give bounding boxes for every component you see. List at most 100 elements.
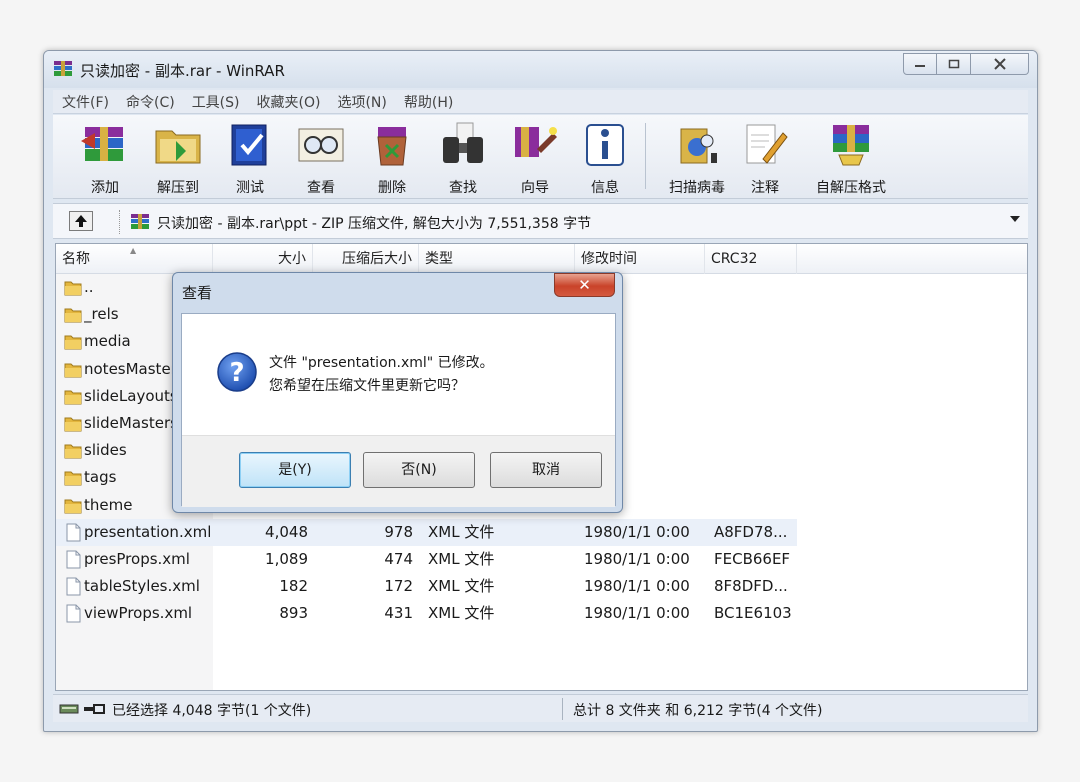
archive-icon [131, 214, 149, 229]
table-row[interactable]: presProps.xml 1,089 474 XML 文件 1980/1/1 0:00… [56, 546, 797, 573]
comment-pencil-icon [746, 124, 788, 164]
close-button[interactable] [971, 53, 1029, 75]
menu-file[interactable]: 文件(F) [53, 92, 117, 112]
file-modified: 1980/1/1 0:00 [584, 522, 690, 541]
menu-help[interactable]: 帮助(H) [395, 92, 461, 112]
wizard-label: 向导 [521, 180, 549, 196]
folder-icon [64, 417, 82, 432]
file-packed-size: 431 [384, 604, 413, 623]
menu-tools[interactable]: 工具(S) [183, 92, 248, 112]
table-row[interactable]: tableStyles.xml 182 172 XML 文件 1980/1/1 0:00… [56, 573, 797, 600]
file-crc: BC1E6103 [714, 604, 792, 623]
extract-button[interactable]: 解压到 [144, 119, 212, 197]
delete-button[interactable]: 删除 [358, 119, 426, 197]
file-crc: 8F8DFD... [714, 577, 788, 596]
menu-favorites[interactable]: 收藏夹(O) [248, 92, 329, 112]
add-archive-icon [81, 127, 123, 161]
file-name: presentation.xml [84, 522, 212, 541]
dialog-message-line2: 您希望在压缩文件里更新它吗？ [269, 378, 465, 394]
menu-bar: 文件(F) 命令(C) 工具(S) 收藏夹(O) 选项(N) 帮助(H) [53, 90, 1028, 114]
toolbar: 添加 解压到 测试 查看 删除 查找 向导 信息 扫描病毒 注释 自解压格式 [53, 115, 1028, 199]
column-type[interactable]: 类型 [419, 244, 575, 274]
file-packed-size: 474 [384, 550, 413, 568]
file-crc: A8FD78... [714, 522, 788, 541]
folder-icon [64, 499, 82, 514]
path-separator [119, 210, 120, 234]
column-size[interactable]: 大小 [213, 244, 313, 274]
path-text[interactable]: 只读加密 - 副本.rar\ppt - ZIP 压缩文件, 解包大小为 7,55… [157, 213, 591, 233]
status-bar: 已经选择 4,048 字节(1 个文件) 总计 8 文件夹 和 6,212 字节… [53, 694, 1028, 722]
chevron-down-icon[interactable] [1010, 216, 1020, 222]
close-icon: ✕ [578, 276, 591, 294]
file-crc [714, 301, 794, 328]
file-packed-size: 978 [384, 522, 413, 541]
comment-label: 注释 [751, 180, 779, 196]
scan-virus-label: 扫描病毒 [669, 180, 725, 196]
file-modified: 1980/1/1 0:00 [584, 550, 690, 568]
close-icon [993, 58, 1006, 70]
delete-bin-icon [377, 127, 407, 166]
minimize-icon [915, 65, 925, 67]
view-button[interactable]: 查看 [287, 119, 355, 197]
column-packed[interactable]: 压缩后大小 [313, 244, 419, 274]
comment-button[interactable]: 注释 [731, 119, 799, 197]
file-packed-size: 172 [384, 577, 413, 596]
file-name: presProps.xml [84, 550, 190, 568]
no-button[interactable]: 否(N) [363, 452, 475, 488]
menu-options[interactable]: 选项(N) [328, 92, 394, 112]
file-size: 4,048 [265, 522, 308, 541]
dialog-message-line1: 文件 "presentation.xml" 已修改。 [269, 355, 494, 371]
dialog-footer: 是(Y) 否(N) 取消 [182, 435, 615, 507]
extract-folder-icon [155, 130, 201, 164]
maximize-button[interactable] [937, 53, 971, 75]
file-type: XML 文件 [428, 550, 495, 568]
dialog-body: ? 文件 "presentation.xml" 已修改。 您希望在压缩文件里更新… [181, 313, 616, 507]
file-crc [714, 356, 794, 383]
delete-label: 删除 [378, 180, 406, 196]
up-folder-button[interactable] [69, 211, 93, 231]
sfx-archive-icon [833, 125, 869, 166]
wizard-button[interactable]: 向导 [501, 119, 569, 197]
column-crc[interactable]: CRC32 [705, 244, 797, 274]
key-icon [84, 704, 105, 714]
file-crc [714, 274, 794, 301]
status-total: 总计 8 文件夹 和 6,212 字节(4 个文件) [573, 703, 823, 719]
file-name: viewProps.xml [84, 604, 193, 623]
file-size: 182 [279, 577, 308, 596]
file-icon [66, 550, 81, 569]
file-size: 1,089 [265, 550, 308, 568]
test-button[interactable]: 测试 [216, 119, 284, 197]
dialog-close-button[interactable]: ✕ [554, 273, 615, 297]
view-label: 查看 [307, 180, 335, 196]
info-icon [586, 124, 624, 166]
title-bar[interactable]: 只读加密 - 副本.rar - WinRAR [44, 51, 1037, 88]
folder-icon [64, 281, 82, 296]
winrar-app-icon[interactable] [53, 60, 73, 78]
file-crc [714, 464, 794, 491]
status-selection: 已经选择 4,048 字节(1 个文件) [112, 703, 312, 719]
path-bar: 只读加密 - 副本.rar\ppt - ZIP 压缩文件, 解包大小为 7,55… [53, 203, 1028, 239]
window-title: 只读加密 - 副本.rar - WinRAR [80, 62, 285, 80]
add-label: 添加 [91, 180, 119, 196]
minimize-button[interactable] [903, 53, 937, 75]
up-folder-icon [75, 215, 87, 227]
folder-icon [64, 471, 82, 486]
sfx-button[interactable]: 自解压格式 [805, 119, 897, 197]
add-button[interactable]: 添加 [71, 119, 139, 197]
status-icons [59, 703, 106, 715]
dialog-title: 查看 [182, 284, 213, 302]
column-name[interactable]: 名称 [56, 244, 213, 274]
cancel-button[interactable]: 取消 [490, 452, 602, 488]
info-label: 信息 [591, 180, 619, 196]
menu-commands[interactable]: 命令(C) [117, 92, 183, 112]
file-crc: FECB66EF [714, 550, 791, 568]
info-button[interactable]: 信息 [571, 119, 639, 197]
file-name: tableStyles.xml [84, 577, 200, 596]
table-row[interactable]: presentation.xml 4,048 978 XML 文件 1980/1/1 0… [56, 518, 797, 546]
file-type: XML 文件 [428, 522, 495, 541]
yes-button[interactable]: 是(Y) [239, 452, 351, 488]
table-row[interactable]: viewProps.xml 893 431 XML 文件 1980/1/1 0:00 BC… [56, 600, 797, 627]
scan-virus-button[interactable]: 扫描病毒 [659, 119, 735, 197]
find-button[interactable]: 查找 [429, 119, 497, 197]
column-modified[interactable]: 修改时间 [575, 244, 705, 274]
